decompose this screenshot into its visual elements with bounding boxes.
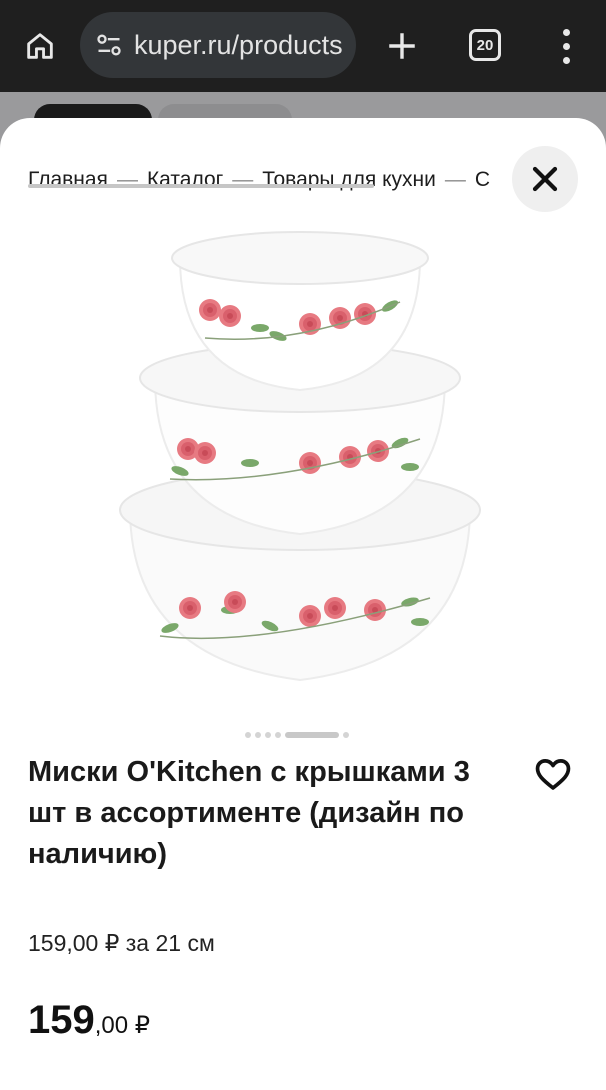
product-sheet: Главная — Каталог — Товары для кухни — С [0,118,606,1090]
close-button[interactable] [512,146,578,212]
product-price: 159,00 ₽ [28,998,150,1043]
price-main: 159 [28,998,95,1042]
breadcrumb: Главная — Каталог — Товары для кухни — С [28,162,498,198]
browser-toolbar: kuper.ru/products 20 [0,0,606,92]
more-vert-dot [562,56,570,64]
url-text[interactable]: kuper.ru/products [134,30,343,61]
pagination-dot[interactable] [245,732,251,738]
more-menu-button[interactable] [548,24,584,68]
pagination-dot[interactable] [343,732,349,738]
breadcrumb-separator: — [116,168,138,191]
address-bar[interactable]: kuper.ru/products [80,12,356,78]
heart-icon [535,759,571,790]
more-vert-dot [562,42,570,50]
product-image[interactable] [110,228,500,718]
breadcrumb-item-home[interactable]: Главная [28,168,108,192]
plus-icon [389,33,415,59]
home-button[interactable] [18,24,62,68]
close-icon [532,166,558,192]
breadcrumb-scrollbar[interactable] [28,184,374,188]
breadcrumb-separator: — [232,168,254,191]
breadcrumb-item-catalog[interactable]: Каталог [147,168,223,192]
new-tab-button[interactable] [380,24,424,68]
unit-price: 159,00 ₽ за 21 см [28,930,215,956]
more-vert-icon [562,28,570,36]
pagination-dot[interactable] [275,732,281,738]
home-icon [27,33,53,59]
pagination-dot[interactable] [265,732,271,738]
pagination-dot[interactable] [255,732,261,738]
price-fraction: ,00 ₽ [94,1012,151,1039]
image-pagination[interactable] [245,731,349,739]
favorite-button[interactable] [532,754,574,794]
breadcrumb-item-truncated[interactable]: С [475,168,490,192]
tabs-button[interactable]: 20 [469,29,501,61]
breadcrumb-separator: — [444,168,466,191]
site-settings-icon[interactable] [94,30,124,60]
product-title: Миски O'Kitchen с крышками 3 шт в ассорт… [28,756,470,870]
breadcrumb-item-kitchen[interactable]: Товары для кухни [262,168,436,192]
pagination-dot-active[interactable] [285,732,339,738]
